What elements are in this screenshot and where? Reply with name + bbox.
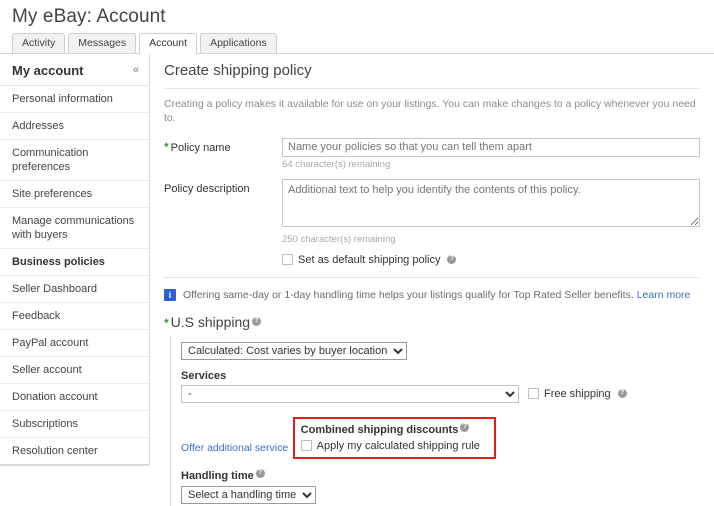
shipping-cost-type-select[interactable]: Calculated: Cost varies by buyer locatio…	[181, 341, 407, 360]
free-shipping-row[interactable]: Free shipping	[528, 388, 627, 400]
sidebar: My account « Personal information Addres…	[0, 54, 150, 466]
apply-shipping-rule-checkbox[interactable]	[300, 440, 312, 451]
help-icon-handling-time[interactable]	[255, 468, 265, 478]
combined-discounts-label: Combined shipping discounts	[300, 422, 480, 440]
policy-name-control: 64 character(s) remaining	[282, 137, 700, 170]
sidebar-item-donation-account[interactable]: Donation account	[0, 384, 149, 411]
main-content: Create shipping policy Creating a policy…	[150, 54, 714, 506]
policy-name-row: *Policy name 64 character(s) remaining	[164, 137, 700, 170]
default-policy-control: Set as default shipping policy	[282, 254, 700, 266]
help-icon-free-shipping[interactable]	[617, 388, 627, 398]
combined-shipping-discounts-box: Combined shipping discounts Apply my cal…	[292, 416, 496, 459]
info-banner-text: Offering same-day or 1-day handling time…	[183, 288, 690, 302]
info-icon: i	[164, 288, 176, 301]
services-row: - Free shipping	[181, 384, 700, 403]
sidebar-item-resolution-center[interactable]: Resolution center	[0, 438, 149, 465]
sidebar-item-personal-information[interactable]: Personal information	[0, 86, 149, 113]
services-label: Services	[181, 369, 227, 382]
tab-messages[interactable]: Messages	[68, 33, 137, 54]
required-asterisk: *	[164, 140, 169, 154]
handling-time-label-text: Handling time	[181, 469, 254, 482]
policy-description-textarea[interactable]	[282, 178, 700, 227]
tab-bar: Activity Messages Account Applications	[0, 32, 714, 54]
sidebar-item-subscriptions[interactable]: Subscriptions	[0, 411, 149, 438]
offer-additional-service-link[interactable]: Offer additional service	[181, 438, 288, 454]
help-icon-us-shipping[interactable]	[252, 316, 262, 326]
tab-activity[interactable]: Activity	[12, 33, 66, 54]
policy-name-label: * Policy name	[164, 137, 282, 155]
page-root: My eBay: Account Activity Messages Accou…	[0, 0, 714, 506]
default-policy-spacer	[164, 254, 282, 257]
sidebar-item-manage-communications[interactable]: Manage communications with buyers	[0, 208, 149, 249]
tab-account[interactable]: Account	[139, 33, 198, 54]
default-policy-checkbox[interactable]	[282, 254, 293, 265]
shipping-service-select[interactable]: -	[181, 384, 519, 403]
free-shipping-label: Free shipping	[544, 387, 611, 400]
help-icon-default-policy[interactable]	[447, 254, 457, 264]
content-layout: My account « Personal information Addres…	[0, 54, 714, 506]
free-shipping-checkbox[interactable]	[528, 388, 539, 399]
banner-divider	[164, 276, 700, 278]
section-title: Create shipping policy	[164, 62, 312, 79]
sidebar-item-seller-dashboard[interactable]: Seller Dashboard	[0, 276, 149, 303]
required-asterisk-us-shipping: *	[164, 315, 169, 330]
learn-more-link[interactable]: Learn more	[637, 289, 691, 301]
sidebar-collapse-icon[interactable]: «	[133, 65, 139, 76]
sidebar-heading-label: My account	[12, 63, 84, 78]
sidebar-item-site-preferences[interactable]: Site preferences	[0, 181, 149, 208]
default-policy-checkbox-row[interactable]: Set as default shipping policy	[282, 254, 700, 266]
policy-description-label: Policy description	[164, 182, 250, 195]
policy-name-label-text: Policy name	[170, 142, 231, 154]
us-shipping-title-text: U.S shipping	[170, 313, 251, 330]
policy-name-counter: 64 character(s) remaining	[282, 158, 391, 170]
sidebar-item-addresses[interactable]: Addresses	[0, 113, 149, 140]
sidebar-item-business-policies[interactable]: Business policies	[0, 249, 149, 276]
sidebar-item-seller-account[interactable]: Seller account	[0, 357, 149, 384]
title-divider	[164, 88, 700, 89]
info-banner-message: Offering same-day or 1-day handling time…	[183, 288, 634, 301]
handling-time-label: Handling time	[181, 459, 700, 485]
default-policy-row: Set as default shipping policy	[164, 254, 700, 266]
handling-time-select[interactable]: Select a handling time	[181, 485, 316, 504]
us-shipping-panel: Calculated: Cost varies by buyer locatio…	[170, 334, 700, 506]
us-shipping-title: * U.S shipping	[164, 312, 700, 335]
apply-shipping-rule-label: Apply my calculated shipping rule	[316, 439, 480, 452]
policy-description-counter: 250 character(s) remaining	[282, 233, 396, 245]
sidebar-item-paypal-account[interactable]: PayPal account	[0, 330, 149, 357]
help-icon-combined-discounts[interactable]	[460, 422, 470, 432]
default-policy-label: Set as default shipping policy	[298, 253, 441, 266]
sidebar-item-feedback[interactable]: Feedback	[0, 303, 149, 330]
policy-description-control: 250 character(s) remaining	[282, 178, 700, 245]
intro-text: Creating a policy makes it available for…	[164, 98, 696, 124]
info-banner: i Offering same-day or 1-day handling ti…	[164, 287, 700, 312]
sidebar-heading: My account «	[0, 56, 149, 86]
combined-discounts-label-text: Combined shipping discounts	[300, 423, 459, 436]
policy-description-row: Policy description 250 character(s) rema…	[164, 178, 700, 245]
sidebar-item-communication-preferences[interactable]: Communication preferences	[0, 140, 149, 181]
apply-shipping-rule-row[interactable]: Apply my calculated shipping rule	[300, 439, 480, 452]
policy-name-input[interactable]	[282, 137, 700, 157]
tab-applications[interactable]: Applications	[200, 33, 277, 54]
page-title: My eBay: Account	[12, 6, 166, 27]
